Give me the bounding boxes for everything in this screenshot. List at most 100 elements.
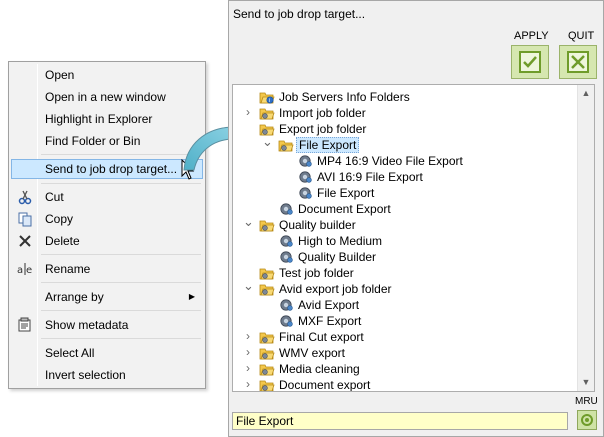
tree-node[interactable]: ⌄ Quality builder	[233, 215, 573, 233]
expand-chevron-right-icon[interactable]: ›	[243, 105, 253, 121]
tree-node[interactable]: ⌄ File Export	[233, 135, 573, 153]
tree-scrollbar[interactable]: ▲ ▼	[577, 85, 594, 391]
tree-node-label: Avid export job folder	[279, 282, 392, 296]
expand-chevron-down-icon[interactable]: ⌄	[243, 279, 254, 297]
job-folder-icon	[259, 330, 275, 344]
gear-job-icon	[278, 234, 294, 248]
gear-job-icon	[297, 186, 313, 200]
job-folder-tree[interactable]: i Job Servers Info Folders › Import job f…	[232, 84, 595, 392]
submenu-arrow-icon: ▶	[188, 292, 195, 301]
tree-node-label: High to Medium	[298, 234, 383, 248]
tree-node[interactable]: Quality Builder	[233, 249, 573, 265]
svg-text:a: a	[17, 265, 23, 276]
scroll-up-icon[interactable]: ▲	[578, 85, 594, 102]
menu-item-delete[interactable]: Delete	[11, 231, 203, 251]
tree-node-label: Test job folder	[279, 266, 354, 280]
scroll-down-icon[interactable]: ▼	[578, 374, 594, 391]
expand-chevron-right-icon[interactable]: ›	[243, 345, 253, 361]
mru-button[interactable]	[577, 410, 597, 430]
tree-node-label: Quality builder	[279, 218, 356, 232]
tree-node-label: MP4 16:9 Video File Export	[317, 154, 463, 168]
menu-separator	[41, 310, 201, 311]
menu-item-label: Copy	[45, 212, 74, 226]
gear-job-icon	[297, 154, 313, 168]
tree-node[interactable]: i Job Servers Info Folders	[233, 89, 573, 105]
tree-node-label: Quality Builder	[298, 250, 377, 264]
tree-node[interactable]: MXF Export	[233, 313, 573, 329]
menu-separator	[41, 282, 201, 283]
expand-chevron-right-icon[interactable]: ›	[243, 377, 253, 391]
menu-item-open[interactable]: Open	[11, 65, 203, 85]
menu-item-label: Rename	[45, 262, 91, 276]
tree-node-label: Import job folder	[279, 106, 366, 120]
svg-text:i: i	[269, 98, 270, 104]
rename-icon: ae	[17, 261, 33, 277]
quit-label: QUIT	[568, 30, 595, 42]
quit-x-icon	[567, 51, 589, 73]
tree-node[interactable]: High to Medium	[233, 233, 573, 249]
tree-node-label: Document export	[279, 378, 371, 392]
tree-node[interactable]: › Import job folder	[233, 105, 573, 121]
job-folder-icon	[259, 218, 275, 232]
tree-node[interactable]: Export job folder	[233, 121, 573, 137]
menu-item-show-metadata[interactable]: Show metadata	[11, 315, 203, 335]
tree-node[interactable]: › Media cleaning	[233, 361, 573, 377]
metadata-icon	[17, 317, 33, 333]
tree-node[interactable]: › Final Cut export	[233, 329, 573, 345]
expand-chevron-right-icon[interactable]: ›	[243, 329, 253, 345]
menu-item-arrange-by[interactable]: Arrange by ▶	[11, 287, 203, 307]
tree-node[interactable]: ⌄ Avid export job folder	[233, 279, 573, 297]
menu-item-label: Select All	[45, 346, 95, 360]
menu-separator	[41, 254, 201, 255]
copy-icon	[17, 211, 33, 227]
tree-node[interactable]: Test job folder	[233, 265, 573, 281]
expand-chevron-right-icon[interactable]: ›	[243, 361, 253, 377]
menu-separator	[41, 183, 201, 184]
menu-item-label: Open	[45, 68, 75, 82]
gear-job-icon	[278, 314, 294, 328]
dialog-title: Send to job drop target...	[233, 7, 366, 21]
menu-item-label: Invert selection	[45, 368, 126, 382]
apply-button[interactable]	[511, 45, 549, 79]
gear-job-icon	[278, 202, 294, 216]
gear-job-icon	[278, 298, 294, 312]
tree-node[interactable]: › Document export	[233, 377, 573, 392]
gear-job-icon	[297, 170, 313, 184]
menu-item-select-all[interactable]: Select All	[11, 343, 203, 363]
job-drop-target-dialog: Send to job drop target... APPLY QUIT i …	[228, 0, 604, 437]
gear-job-icon	[278, 250, 294, 264]
job-folder-icon	[259, 266, 275, 280]
tree-node[interactable]: File Export	[233, 185, 573, 201]
tree-node[interactable]: MP4 16:9 Video File Export	[233, 153, 573, 169]
tree-node-label: WMV export	[279, 346, 346, 360]
menu-item-label: Delete	[45, 234, 80, 248]
menu-item-open-new-window[interactable]: Open in a new window	[11, 87, 203, 107]
expand-chevron-down-icon[interactable]: ⌄	[262, 135, 273, 153]
menu-item-label: Open in a new window	[45, 90, 166, 104]
job-folder-icon	[259, 106, 275, 120]
scissors-icon	[17, 189, 33, 205]
delete-x-icon	[17, 233, 33, 249]
expand-chevron-down-icon[interactable]: ⌄	[243, 215, 254, 233]
tree-node[interactable]: AVI 16:9 File Export	[233, 169, 573, 185]
mru-label: MRU	[575, 396, 598, 407]
quit-button[interactable]	[559, 45, 597, 79]
tree-node-label: MXF Export	[298, 314, 362, 328]
menu-item-label: Highlight in Explorer	[45, 112, 153, 126]
tree-node-label: Job Servers Info Folders	[279, 90, 410, 104]
menu-item-rename[interactable]: ae Rename	[11, 259, 203, 279]
job-folder-icon	[259, 346, 275, 360]
selected-target-field: File Export	[232, 412, 568, 430]
tree-node-label: File Export	[296, 137, 360, 153]
tree-node[interactable]: Document Export	[233, 201, 573, 217]
menu-item-label: Show metadata	[45, 318, 129, 332]
info-folder-icon: i	[259, 90, 275, 104]
tree-node[interactable]: Avid Export	[233, 297, 573, 313]
svg-text:e: e	[26, 265, 32, 276]
menu-item-label: Find Folder or Bin	[45, 134, 141, 148]
menu-item-invert-selection[interactable]: Invert selection	[11, 365, 203, 385]
menu-item-copy[interactable]: Copy	[11, 209, 203, 229]
menu-item-cut[interactable]: Cut	[11, 187, 203, 207]
tree-node[interactable]: › WMV export	[233, 345, 573, 361]
job-folder-icon	[278, 138, 294, 152]
